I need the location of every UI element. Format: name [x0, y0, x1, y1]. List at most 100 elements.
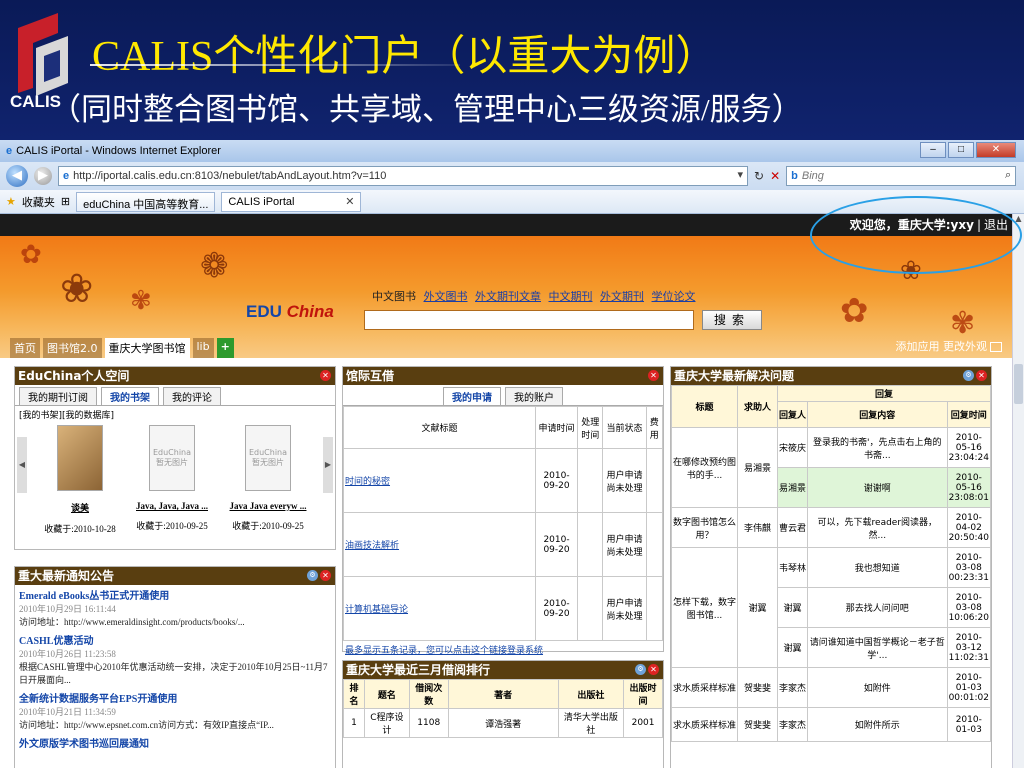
tab-my-requests[interactable]: 我的申请 — [443, 387, 501, 405]
window-titlebar: e CALIS iPortal - Windows Internet Explo… — [0, 140, 1024, 162]
book-cover-placeholder: EduChina 暂无图片 — [245, 425, 291, 491]
back-button[interactable]: ◀ — [6, 165, 28, 187]
search-categories: 中文图书 外文图书 外文期刊文章 中文期刊 外文期刊 学位论文 — [372, 288, 696, 304]
book-item[interactable]: EduChina 暂无图片 Java Java everyw ... 收藏于:20… — [223, 425, 313, 532]
category-active[interactable]: 中文图书 — [372, 290, 416, 303]
highlight-oval — [810, 196, 1022, 274]
close-icon[interactable]: ✕ — [648, 370, 659, 381]
book-item[interactable]: 谈美 收藏于:2010-10-28 — [35, 425, 125, 535]
ill-more-link[interactable]: 最多显示五条记录，您可以点击这个链接登录系统 — [343, 641, 663, 658]
educhina-logo: EDU China — [246, 302, 334, 321]
news-item[interactable]: 全新统计数据服务平台EPS开通使用 2010年10月21日 11:34:59 访… — [15, 688, 335, 733]
tab-bookshelf[interactable]: 我的书架 — [101, 387, 159, 405]
forward-button[interactable]: ▶ — [34, 167, 52, 185]
ill-title-link[interactable]: 时间的秘密 — [345, 477, 390, 487]
address-bar[interactable]: e http://iportal.calis.edu.cn:8103/nebul… — [58, 166, 748, 186]
panel-header: EduChina个人空间 ✕ — [15, 367, 335, 385]
ill-title-link[interactable]: 油画技法解析 — [345, 541, 399, 551]
portal-search-input[interactable] — [364, 310, 694, 330]
stop-icon[interactable]: ✕ — [770, 169, 780, 183]
panel-header: 重大最新通知公告 ⚙ ✕ — [15, 567, 335, 585]
close-icon[interactable]: ✕ — [320, 370, 331, 381]
leaf-icon: ✾ — [950, 306, 976, 341]
slide-header: CALIS CALIS个性化门户（以重大为例） （同时整合图书馆、共享域、管理中… — [0, 0, 1024, 140]
table-row[interactable]: 怎样下载，数字图书馆... 谢翼 韦琴林 我也想知道 2010-03-08 00:23… — [671, 547, 992, 668]
close-icon[interactable]: ✕ — [320, 570, 331, 581]
address-row: ◀ ▶ e http://iportal.calis.edu.cn:8103/n… — [0, 162, 1024, 190]
leaf-icon: ✾ — [130, 286, 152, 316]
tab-library20[interactable]: 图书馆2.0 — [43, 338, 102, 358]
ill-tabs: 我的申请 我的账户 — [343, 385, 663, 406]
address-tools: ↻ ✕ — [754, 169, 780, 183]
settings-icon[interactable]: ⚙ — [307, 570, 318, 581]
table-row[interactable]: 求水质采样标准 贺斐斐 李家杰 如附件 2010-01-03 00:01:02 — [671, 667, 992, 708]
category-link[interactable]: 外文期刊文章 — [475, 290, 541, 303]
book-item[interactable]: EduChina 暂无图片 Java, Java, Java ... 收藏于:20… — [127, 425, 217, 532]
favorites-star-icon[interactable]: ★ — [6, 195, 16, 208]
panel-header: 重庆大学最近三月借阅排行 ⚙ ✕ — [343, 661, 663, 679]
carousel-prev-icon[interactable]: ◀ — [17, 437, 27, 493]
portal-search-button[interactable]: 搜索 — [702, 310, 762, 330]
settings-icon[interactable]: ⚙ — [635, 664, 646, 675]
tab-cqu-library[interactable]: 重庆大学图书馆 — [104, 338, 190, 358]
close-icon[interactable]: ✕ — [648, 664, 659, 675]
table-row: 计算机基础导论 2010-09-20 用户申请尚未处理 — [343, 576, 664, 641]
ill-title-link[interactable]: 计算机基础导论 — [345, 605, 408, 615]
panel-ill: 馆际互借 ✕ 我的申请 我的账户 文献标题 申请时间 处理时间 当前状态 费用 … — [342, 366, 664, 656]
add-tab-button[interactable]: + — [216, 338, 234, 358]
search-placeholder: Bing — [801, 170, 824, 182]
space-sublinks[interactable]: [我的书架][我的数据库] — [15, 406, 335, 423]
panel-header: 重庆大学最新解决问题 ⚙ ✕ — [671, 367, 991, 385]
scroll-thumb[interactable] — [1014, 364, 1023, 404]
news-item[interactable]: 外文原版学术图书巡回展通知 — [15, 733, 335, 752]
tab-educhina[interactable]: eduChina 中国高等教育... — [76, 191, 216, 212]
space-tabs: 我的期刊订阅 我的书架 我的评论 — [15, 385, 335, 406]
portal-nav-tabs: 首页 图书馆2.0 重庆大学图书馆 lib + — [10, 338, 234, 358]
minimize-button[interactable]: – — [920, 142, 946, 158]
tab-lib[interactable]: lib — [192, 338, 214, 358]
search-icon[interactable]: ⌕ — [1005, 169, 1011, 182]
category-link[interactable]: 中文期刊 — [549, 290, 593, 303]
banner-links[interactable]: 添加应用 更改外观 — [896, 338, 1002, 354]
news-item[interactable]: Emerald eBooks丛书正式开通使用 2010年10月29日 16:11… — [15, 585, 335, 630]
leaf-icon: ❀ — [60, 266, 94, 312]
book-cover — [57, 425, 103, 491]
ie-icon: e — [6, 145, 13, 157]
tab-comments[interactable]: 我的评论 — [163, 387, 221, 405]
close-tab-icon[interactable]: ✕ — [345, 195, 354, 208]
bing-icon: b — [791, 170, 798, 182]
page-scrollbar[interactable]: ▲ — [1012, 214, 1024, 768]
settings-icon[interactable]: ⚙ — [963, 370, 974, 381]
panel-qa: 重庆大学最新解决问题 ⚙ ✕ 标题 求助人 回复 回复人 回复内容 回复时间 在… — [670, 366, 992, 768]
tab-grid-icon[interactable]: ⊞ — [61, 195, 70, 208]
dropdown-arrow-icon[interactable]: ▾ — [737, 168, 743, 181]
category-link[interactable]: 外文图书 — [424, 290, 468, 303]
table-row[interactable]: 数字图书馆怎么用？ 李伟麒 曹云君 可以，先下载reader阅读器，然... 2010… — [671, 507, 992, 548]
news-item[interactable]: CASHL优惠活动 2010年10月26日 11:23:58 根据CASHL管理… — [15, 630, 335, 688]
leaf-icon: ✿ — [20, 240, 42, 270]
layout-icon[interactable] — [990, 342, 1002, 352]
table-row[interactable]: 求水质采样标准 贺斐斐 李家杰 如附件所示 2010-01-03 — [671, 707, 992, 742]
window-controls: – □ ✕ — [920, 142, 1016, 158]
book-cover-placeholder: EduChina 暂无图片 — [149, 425, 195, 491]
table-row[interactable]: 在哪修改预约图书的手... 易湘景 宋筱庆 登录我的书斋'，先点击右上角的书斋...… — [671, 427, 992, 508]
search-box[interactable]: b Bing ⌕ — [786, 166, 1017, 186]
favorites-label[interactable]: 收藏夹 — [22, 194, 55, 210]
close-icon[interactable]: ✕ — [976, 370, 987, 381]
table-row: 时间的秘密 2010-09-20 用户申请尚未处理 — [343, 448, 664, 513]
qa-table: 标题 求助人 回复 回复人 回复内容 回复时间 在哪修改预约图书的手... 易湘景… — [671, 385, 992, 742]
page-icon: e — [63, 170, 70, 182]
tab-home[interactable]: 首页 — [10, 338, 40, 358]
tab-journal-subs[interactable]: 我的期刊订阅 — [19, 387, 97, 405]
table-row[interactable]: 1 C程序设计 1108 谭浩强著 清华大学出版社 2001 — [343, 708, 663, 738]
maximize-button[interactable]: □ — [948, 142, 974, 158]
refresh-icon[interactable]: ↻ — [754, 169, 764, 183]
carousel-next-icon[interactable]: ▶ — [323, 437, 333, 493]
close-window-button[interactable]: ✕ — [976, 142, 1016, 158]
url-text: http://iportal.calis.edu.cn:8103/nebulet… — [73, 170, 387, 182]
category-link[interactable]: 外文期刊 — [600, 290, 644, 303]
tab-calis-iportal[interactable]: CALIS iPortal ✕ — [221, 191, 362, 212]
panel-header: 馆际互借 ✕ — [343, 367, 663, 385]
category-link[interactable]: 学位论文 — [652, 290, 696, 303]
tab-my-account[interactable]: 我的账户 — [505, 387, 563, 405]
